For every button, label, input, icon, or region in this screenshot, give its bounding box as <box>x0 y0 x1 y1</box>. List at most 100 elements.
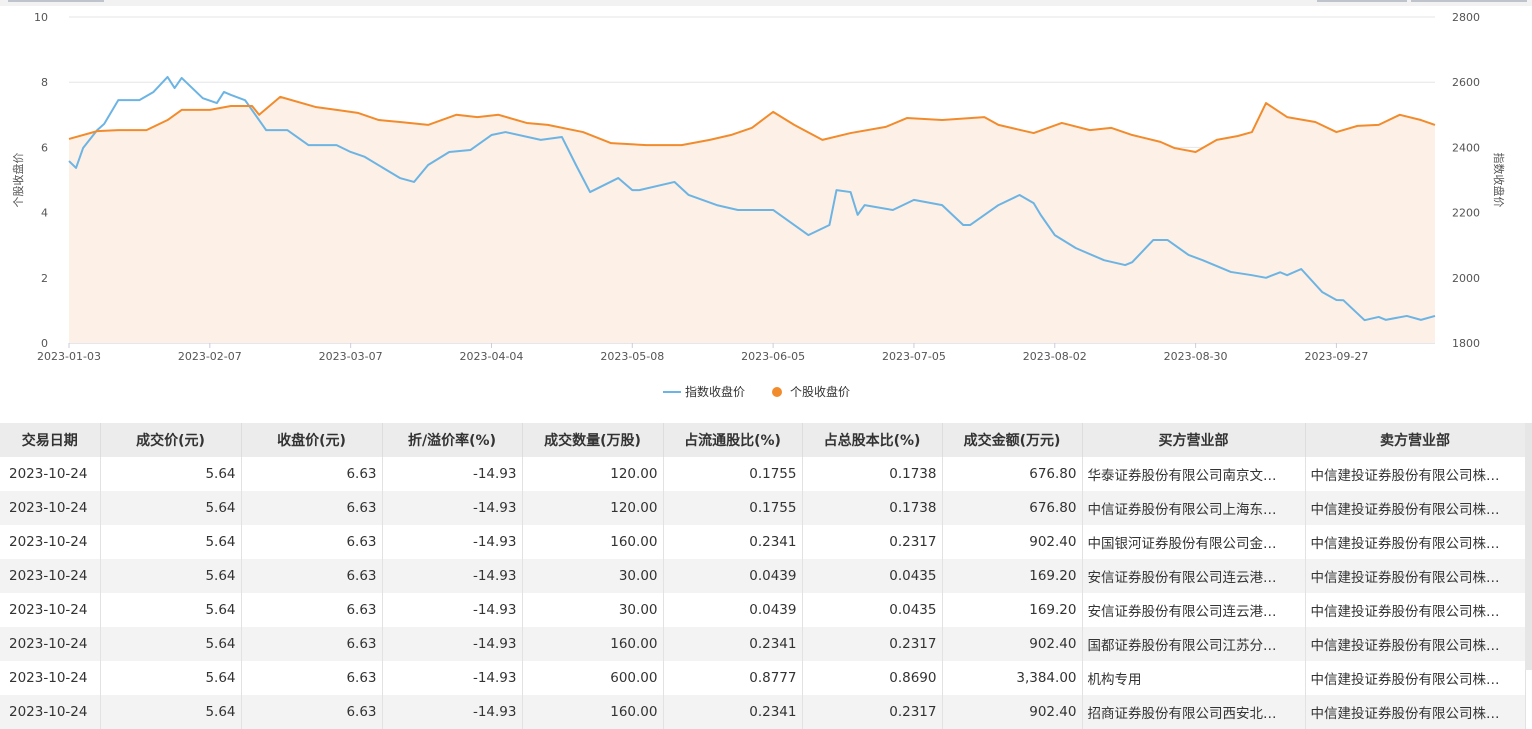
cell-close-price: 6.63 <box>241 695 383 729</box>
x-axis-tick: 2023-03-07 <box>319 350 383 363</box>
cell-premium-rate: -14.93 <box>382 559 523 593</box>
left-axis-tick: 10 <box>34 11 48 24</box>
cell-float-ratio: 0.2341 <box>663 627 803 661</box>
x-axis-tick: 2023-04-04 <box>460 350 524 363</box>
cell-amount: 902.40 <box>942 695 1083 729</box>
cell-amount: 169.20 <box>942 593 1083 627</box>
cell-buyer-branch: 招商证券股份有限公司西安北… <box>1082 695 1306 729</box>
vertical-scrollbar[interactable] <box>1525 423 1532 670</box>
table-row: 2023-10-24 5.64 6.63 -14.93 160.00 0.2341 0.23… <box>0 627 1526 661</box>
header-deal-price[interactable]: 成交价(元) <box>100 423 242 457</box>
cell-total-ratio: 0.2317 <box>802 627 943 661</box>
cell-trade-date: 2023-10-24 <box>0 559 101 593</box>
header-trade-date[interactable]: 交易日期 <box>0 423 101 457</box>
cell-deal-price: 5.64 <box>100 661 242 695</box>
right-axis-tick: 2000 <box>1452 272 1480 285</box>
cell-trade-date: 2023-10-24 <box>0 661 101 695</box>
cell-amount: 902.40 <box>942 627 1083 661</box>
right-axis-tick: 1800 <box>1452 337 1480 350</box>
price-chart: 0 2 4 6 8 10 1800 2000 2200 2400 2600 2800 2023-01-0… <box>11 11 1506 399</box>
cell-total-ratio: 0.1738 <box>802 457 943 491</box>
cell-total-ratio: 0.2317 <box>802 695 943 729</box>
left-axis-tick: 4 <box>41 207 48 220</box>
cell-close-price: 6.63 <box>241 457 383 491</box>
cell-trade-date: 2023-10-24 <box>0 457 101 491</box>
header-premium-rate[interactable]: 折/溢价率(%) <box>382 423 523 457</box>
cell-close-price: 6.63 <box>241 491 383 525</box>
block-trade-table: 交易日期 成交价(元) 收盘价(元) 折/溢价率(%) 成交数量(万股) 占流通股比(%)… <box>0 423 1526 729</box>
x-axis-tick: 2023-05-08 <box>600 350 664 363</box>
cell-volume: 160.00 <box>522 627 664 661</box>
x-axis-tick: 2023-07-05 <box>882 350 946 363</box>
x-axis-tick: 2023-09-27 <box>1304 350 1368 363</box>
x-axis-tick: 2023-06-05 <box>741 350 805 363</box>
cell-float-ratio: 0.0439 <box>663 559 803 593</box>
cell-amount: 169.20 <box>942 559 1083 593</box>
cell-buyer-branch: 中信证券股份有限公司上海东… <box>1082 491 1306 525</box>
header-close-price[interactable]: 收盘价(元) <box>241 423 383 457</box>
left-axis-tick: 6 <box>41 141 48 154</box>
cell-trade-date: 2023-10-24 <box>0 593 101 627</box>
cell-close-price: 6.63 <box>241 661 383 695</box>
header-amount[interactable]: 成交金额(万元) <box>942 423 1083 457</box>
header-buyer-branch[interactable]: 买方营业部 <box>1082 423 1306 457</box>
cell-buyer-branch: 机构专用 <box>1082 661 1306 695</box>
cell-float-ratio: 0.1755 <box>663 491 803 525</box>
cell-amount: 902.40 <box>942 525 1083 559</box>
cell-deal-price: 5.64 <box>100 559 242 593</box>
header-seller-branch[interactable]: 卖方营业部 <box>1305 423 1526 457</box>
cell-deal-price: 5.64 <box>100 627 242 661</box>
header-float-ratio[interactable]: 占流通股比(%) <box>663 423 803 457</box>
table-row: 2023-10-24 5.64 6.63 -14.93 160.00 0.2341 0.23… <box>0 525 1526 559</box>
cell-deal-price: 5.64 <box>100 593 242 627</box>
cell-seller-branch: 中信建投证券股份有限公司株… <box>1305 491 1526 525</box>
x-axis-tick: 2023-02-07 <box>178 350 242 363</box>
legend-stock-label: 个股收盘价 <box>790 384 850 399</box>
cell-volume: 30.00 <box>522 559 664 593</box>
cell-volume: 120.00 <box>522 457 664 491</box>
cell-amount: 3,384.00 <box>942 661 1083 695</box>
cell-float-ratio: 0.1755 <box>663 457 803 491</box>
x-axis-tick: 2023-01-03 <box>37 350 101 363</box>
cell-close-price: 6.63 <box>241 627 383 661</box>
right-axis-tick: 2800 <box>1452 11 1480 24</box>
header-total-ratio[interactable]: 占总股本比(%) <box>802 423 943 457</box>
cell-seller-branch: 中信建投证券股份有限公司株… <box>1305 695 1526 729</box>
cell-amount: 676.80 <box>942 457 1083 491</box>
cell-seller-branch: 中信建投证券股份有限公司株… <box>1305 525 1526 559</box>
cell-float-ratio: 0.2341 <box>663 695 803 729</box>
cell-total-ratio: 0.0435 <box>802 593 943 627</box>
table-row: 2023-10-24 5.64 6.63 -14.93 120.00 0.1755 0.17… <box>0 457 1526 491</box>
cell-total-ratio: 0.1738 <box>802 491 943 525</box>
x-axis-tick: 2023-08-02 <box>1023 350 1087 363</box>
cell-volume: 30.00 <box>522 593 664 627</box>
cell-volume: 160.00 <box>522 695 664 729</box>
cell-buyer-branch: 安信证券股份有限公司连云港… <box>1082 559 1306 593</box>
cell-buyer-branch: 国都证券股份有限公司江苏分… <box>1082 627 1306 661</box>
cell-seller-branch: 中信建投证券股份有限公司株… <box>1305 661 1526 695</box>
cell-premium-rate: -14.93 <box>382 525 523 559</box>
cell-deal-price: 5.64 <box>100 695 242 729</box>
cell-trade-date: 2023-10-24 <box>0 491 101 525</box>
left-axis-label: 个股收盘价 <box>11 153 25 208</box>
cell-premium-rate: -14.93 <box>382 457 523 491</box>
table-header-row: 交易日期 成交价(元) 收盘价(元) 折/溢价率(%) 成交数量(万股) 占流通股比(%)… <box>0 423 1526 457</box>
stock-price-area <box>69 96 1435 344</box>
left-axis-tick: 8 <box>41 76 48 89</box>
cell-trade-date: 2023-10-24 <box>0 525 101 559</box>
cell-premium-rate: -14.93 <box>382 695 523 729</box>
cell-buyer-branch: 安信证券股份有限公司连云港… <box>1082 593 1306 627</box>
cell-total-ratio: 0.0435 <box>802 559 943 593</box>
cell-volume: 120.00 <box>522 491 664 525</box>
cell-trade-date: 2023-10-24 <box>0 695 101 729</box>
cell-volume: 600.00 <box>522 661 664 695</box>
legend-index-label: 指数收盘价 <box>685 384 745 399</box>
cell-float-ratio: 0.0439 <box>663 593 803 627</box>
left-axis-tick: 2 <box>41 272 48 285</box>
cell-float-ratio: 0.2341 <box>663 525 803 559</box>
cell-premium-rate: -14.93 <box>382 627 523 661</box>
cell-seller-branch: 中信建投证券股份有限公司株… <box>1305 593 1526 627</box>
table-row: 2023-10-24 5.64 6.63 -14.93 160.00 0.2341 0.23… <box>0 695 1526 729</box>
cell-total-ratio: 0.8690 <box>802 661 943 695</box>
header-volume[interactable]: 成交数量(万股) <box>522 423 664 457</box>
